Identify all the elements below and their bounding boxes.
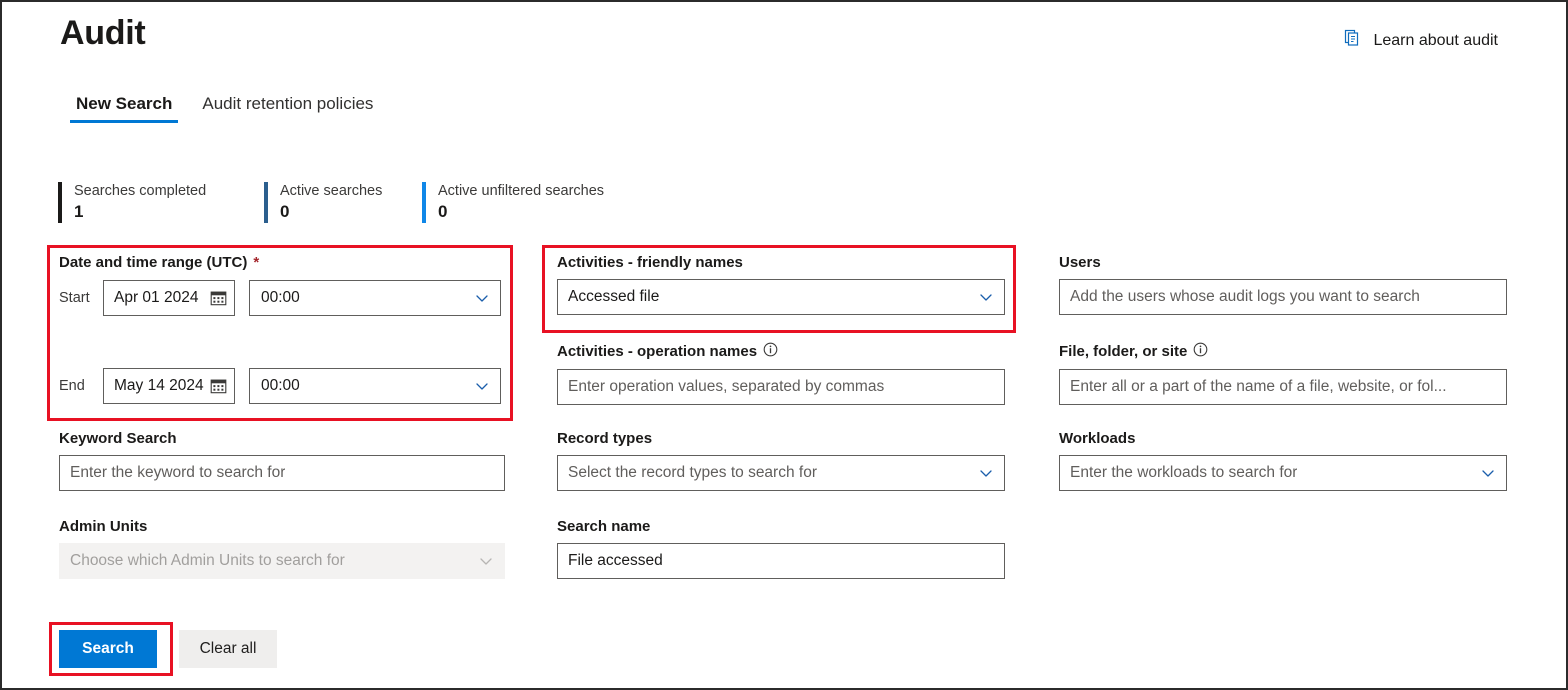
- stat-label: Active searches: [280, 183, 383, 199]
- activities-friendly-select[interactable]: Accessed file: [557, 279, 1005, 315]
- page-title: Audit: [60, 14, 146, 52]
- audit-page: Audit Learn about audit New Search Audit…: [0, 0, 1568, 690]
- date-range-label: Date and time range (UTC) *: [59, 254, 505, 272]
- chevron-down-icon: [979, 466, 993, 480]
- field-record-types: Record types Select the record types to …: [557, 430, 1005, 491]
- activities-operation-input[interactable]: Enter operation values, separated by com…: [557, 369, 1005, 405]
- end-date-input[interactable]: May 14 2024: [103, 368, 235, 404]
- documents-icon: [1343, 28, 1363, 53]
- chevron-down-icon: [475, 379, 489, 393]
- field-date-time-range: Date and time range (UTC) * Start Apr 01…: [59, 254, 505, 404]
- file-folder-site-label: File, folder, or site: [1059, 342, 1507, 362]
- stat-value: 1: [74, 202, 84, 221]
- learn-about-audit-link[interactable]: Learn about audit: [1343, 28, 1498, 53]
- users-placeholder: Add the users whose audit logs you want …: [1070, 288, 1420, 305]
- field-admin-units: Admin Units Choose which Admin Units to …: [59, 518, 505, 579]
- workloads-label: Workloads: [1059, 430, 1136, 447]
- start-legend: Start: [59, 290, 90, 306]
- file-folder-site-placeholder: Enter all or a part of the name of a fil…: [1070, 378, 1447, 395]
- tab-bar: New Search Audit retention policies: [70, 94, 379, 123]
- file-folder-site-label-text: File, folder, or site: [1059, 343, 1188, 360]
- date-row-start: Start Apr 01 2024 00:00: [59, 280, 501, 316]
- field-workloads: Workloads Enter the workloads to search …: [1059, 430, 1507, 491]
- start-time-value: 00:00: [261, 289, 300, 306]
- action-buttons: Search Clear all: [59, 630, 277, 668]
- record-types-select[interactable]: Select the record types to search for: [557, 455, 1005, 491]
- activities-operation-placeholder: Enter operation values, separated by com…: [568, 378, 885, 395]
- tab-new-search[interactable]: New Search: [70, 94, 179, 123]
- stat-value: 0: [280, 202, 290, 221]
- workloads-placeholder: Enter the workloads to search for: [1070, 464, 1298, 481]
- learn-about-audit-label: Learn about audit: [1373, 31, 1498, 49]
- field-keyword-search: Keyword Search Enter the keyword to sear…: [59, 430, 505, 491]
- search-name-label: Search name: [557, 518, 651, 535]
- date-range-label-text: Date and time range (UTC): [59, 254, 248, 271]
- users-input[interactable]: Add the users whose audit logs you want …: [1059, 279, 1507, 315]
- date-row-end: End May 14 2024 00:00: [59, 368, 501, 404]
- stat-label: Searches completed: [74, 183, 207, 199]
- stat-accent-bar: [264, 182, 268, 223]
- workloads-select[interactable]: Enter the workloads to search for: [1059, 455, 1507, 491]
- stat-accent-bar: [422, 182, 426, 223]
- field-activities-operation-names: Activities - operation names Enter opera…: [557, 342, 1005, 405]
- stat-label: Active unfiltered searches: [438, 183, 605, 199]
- search-name-value: File accessed: [568, 552, 663, 569]
- record-types-placeholder: Select the record types to search for: [568, 464, 817, 481]
- users-label: Users: [1059, 254, 1101, 271]
- clear-all-button[interactable]: Clear all: [179, 630, 277, 668]
- keyword-search-label: Keyword Search: [59, 430, 177, 447]
- activities-operation-label: Activities - operation names: [557, 342, 1005, 362]
- activities-friendly-label: Activities - friendly names: [557, 254, 743, 271]
- admin-units-select: Choose which Admin Units to search for: [59, 543, 505, 579]
- end-time-value: 00:00: [261, 377, 300, 394]
- chevron-down-icon: [1481, 466, 1495, 480]
- search-name-input[interactable]: File accessed: [557, 543, 1005, 579]
- keyword-search-input[interactable]: Enter the keyword to search for: [59, 455, 505, 491]
- field-users: Users Add the users whose audit logs you…: [1059, 254, 1507, 315]
- field-search-name: Search name File accessed: [557, 518, 1005, 579]
- stats-bar: Searches completed 1 Active searches 0 A…: [58, 182, 604, 223]
- admin-units-label: Admin Units: [59, 518, 148, 535]
- admin-units-placeholder: Choose which Admin Units to search for: [70, 552, 345, 569]
- start-date-value: Apr 01 2024: [114, 289, 199, 306]
- tab-audit-retention-policies[interactable]: Audit retention policies: [196, 94, 379, 123]
- field-activities-friendly-names: Activities - friendly names Accessed fil…: [557, 254, 1005, 315]
- field-file-folder-site: File, folder, or site Enter all or a par…: [1059, 342, 1507, 405]
- chevron-down-icon: [479, 554, 493, 568]
- search-button[interactable]: Search: [59, 630, 157, 668]
- keyword-search-placeholder: Enter the keyword to search for: [70, 464, 286, 481]
- file-folder-site-input[interactable]: Enter all or a part of the name of a fil…: [1059, 369, 1507, 405]
- end-legend: End: [59, 378, 85, 394]
- chevron-down-icon: [979, 290, 993, 304]
- stat-active-searches: Active searches 0: [264, 182, 422, 223]
- activities-friendly-value: Accessed file: [568, 288, 660, 305]
- record-types-label: Record types: [557, 430, 653, 447]
- calendar-icon[interactable]: [210, 378, 227, 395]
- start-date-input[interactable]: Apr 01 2024: [103, 280, 235, 316]
- stat-searches-completed: Searches completed 1: [58, 182, 264, 223]
- end-time-select[interactable]: 00:00: [249, 368, 501, 404]
- info-icon[interactable]: [1193, 342, 1208, 362]
- stat-accent-bar: [58, 182, 62, 223]
- required-marker: *: [253, 254, 260, 271]
- calendar-icon[interactable]: [210, 290, 227, 307]
- info-icon[interactable]: [763, 342, 778, 362]
- stat-active-unfiltered-searches: Active unfiltered searches 0: [422, 182, 604, 223]
- stat-value: 0: [438, 202, 448, 221]
- activities-operation-label-text: Activities - operation names: [557, 343, 758, 360]
- end-date-value: May 14 2024: [114, 377, 204, 394]
- start-time-select[interactable]: 00:00: [249, 280, 501, 316]
- chevron-down-icon: [475, 291, 489, 305]
